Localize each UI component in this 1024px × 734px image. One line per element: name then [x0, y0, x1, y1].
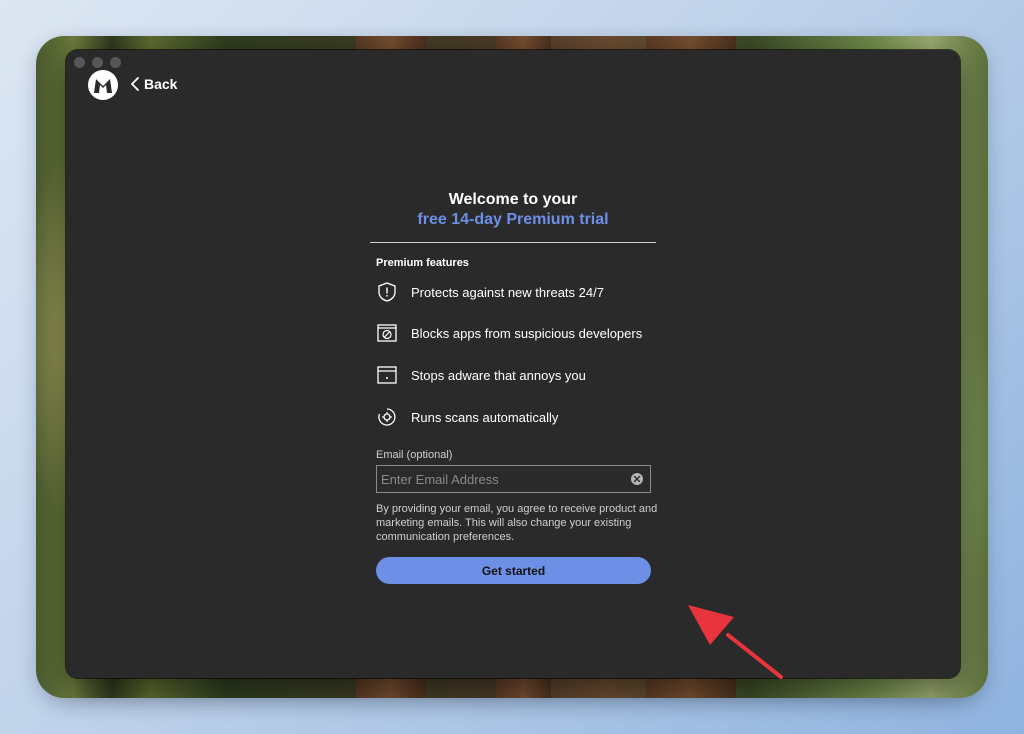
feature-label: Runs scans automatically: [411, 409, 559, 425]
shield-icon: [376, 281, 398, 303]
back-button[interactable]: Back: [130, 76, 177, 92]
malwarebytes-logo-icon: [88, 70, 118, 100]
feature-item: Protects against new threats 24/7: [376, 281, 656, 303]
feature-label: Blocks apps from suspicious developers: [411, 325, 643, 341]
email-label: Email (optional): [376, 449, 453, 461]
annotation-arrow-icon: [688, 605, 783, 679]
email-input[interactable]: [376, 465, 651, 493]
welcome-title: Welcome to your: [448, 191, 578, 208]
app-window: Back Welcome to your free 14-day Premium…: [66, 50, 960, 679]
trial-subtitle: free 14-day Premium trial: [417, 211, 609, 228]
back-label: Back: [144, 76, 178, 92]
minimize-window-button[interactable]: [92, 57, 103, 68]
features-heading: Premium features: [376, 257, 469, 269]
chevron-left-icon: [131, 77, 139, 91]
get-started-button[interactable]: Get started: [376, 557, 651, 584]
blocked-app-icon: [376, 322, 398, 344]
email-disclaimer: By providing your email, you agree to re…: [376, 503, 658, 543]
divider: [370, 242, 656, 243]
zoom-window-button[interactable]: [110, 57, 121, 68]
feature-label: Protects against new threats 24/7: [411, 284, 604, 300]
feature-label: Stops adware that annoys you: [411, 367, 586, 383]
feature-item: Blocks apps from suspicious developers: [376, 322, 656, 344]
window-controls: [74, 57, 121, 68]
browser-window-icon: [376, 364, 398, 386]
clear-input-icon[interactable]: [631, 473, 643, 485]
feature-item: Runs scans automatically: [376, 406, 656, 428]
welcome-card: Welcome to your free 14-day Premium tria…: [370, 190, 656, 428]
scan-target-icon: [376, 406, 398, 428]
close-window-button[interactable]: [74, 57, 85, 68]
feature-item: Stops adware that annoys you: [376, 364, 656, 386]
